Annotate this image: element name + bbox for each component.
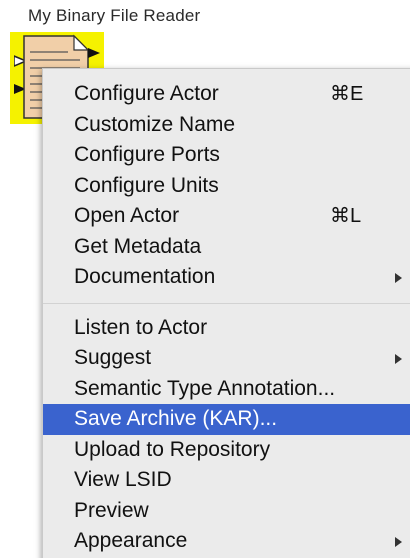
actor-title: My Binary File Reader xyxy=(28,6,201,25)
menu-item-documentation[interactable]: Documentation xyxy=(43,262,410,293)
menu-item-label: Customize Name xyxy=(74,112,236,136)
submenu-arrow-icon xyxy=(395,537,402,547)
menu-item-shortcut: ⌘L xyxy=(330,205,362,227)
menu-separator xyxy=(43,293,410,313)
canvas: My Binary File Reader Configure Actor ⌘E… xyxy=(0,0,410,558)
menu-item-configure-actor[interactable]: Configure Actor ⌘E xyxy=(43,79,410,110)
menu-item-label: Configure Ports xyxy=(74,143,220,166)
menu-item-label: Save Archive (KAR)... xyxy=(74,407,278,430)
context-menu-list: Configure Actor ⌘E Customize Name Config… xyxy=(43,79,410,557)
menu-item-save-archive[interactable]: Save Archive (KAR)... xyxy=(43,404,410,435)
menu-item-get-metadata[interactable]: Get Metadata xyxy=(43,232,410,263)
menu-item-appearance[interactable]: Appearance xyxy=(43,526,410,557)
menu-item-label: View LSID xyxy=(74,468,172,491)
menu-item-open-actor[interactable]: Open Actor ⌘L xyxy=(43,201,410,232)
menu-item-label: Suggest xyxy=(74,346,152,369)
submenu-arrow-icon xyxy=(395,354,402,364)
menu-item-preview[interactable]: Preview xyxy=(43,496,410,527)
menu-item-label: Get Metadata xyxy=(74,234,202,258)
menu-item-label: Documentation xyxy=(74,265,216,288)
menu-item-upload-to-repository[interactable]: Upload to Repository xyxy=(43,435,410,466)
menu-item-label: Upload to Repository xyxy=(74,437,271,461)
menu-item-label: Preview xyxy=(74,498,149,522)
menu-item-label: Semantic Type Annotation... xyxy=(74,376,336,400)
menu-item-view-lsid[interactable]: View LSID xyxy=(43,465,410,496)
submenu-arrow-icon xyxy=(395,273,402,283)
menu-item-label: Appearance xyxy=(74,529,188,552)
menu-item-shortcut: ⌘E xyxy=(330,83,364,105)
menu-item-suggest[interactable]: Suggest xyxy=(43,343,410,374)
menu-item-label: Open Actor xyxy=(74,204,180,227)
menu-item-customize-name[interactable]: Customize Name xyxy=(43,110,410,141)
menu-item-semantic-type-annotation[interactable]: Semantic Type Annotation... xyxy=(43,374,410,405)
menu-item-label: Configure Actor xyxy=(74,82,219,105)
context-menu: Configure Actor ⌘E Customize Name Config… xyxy=(42,68,410,558)
menu-item-label: Configure Units xyxy=(74,173,219,197)
menu-item-label: Listen to Actor xyxy=(74,315,208,339)
menu-item-configure-ports[interactable]: Configure Ports xyxy=(43,140,410,171)
menu-item-configure-units[interactable]: Configure Units xyxy=(43,171,410,202)
menu-item-listen-to-actor[interactable]: Listen to Actor xyxy=(43,313,410,344)
